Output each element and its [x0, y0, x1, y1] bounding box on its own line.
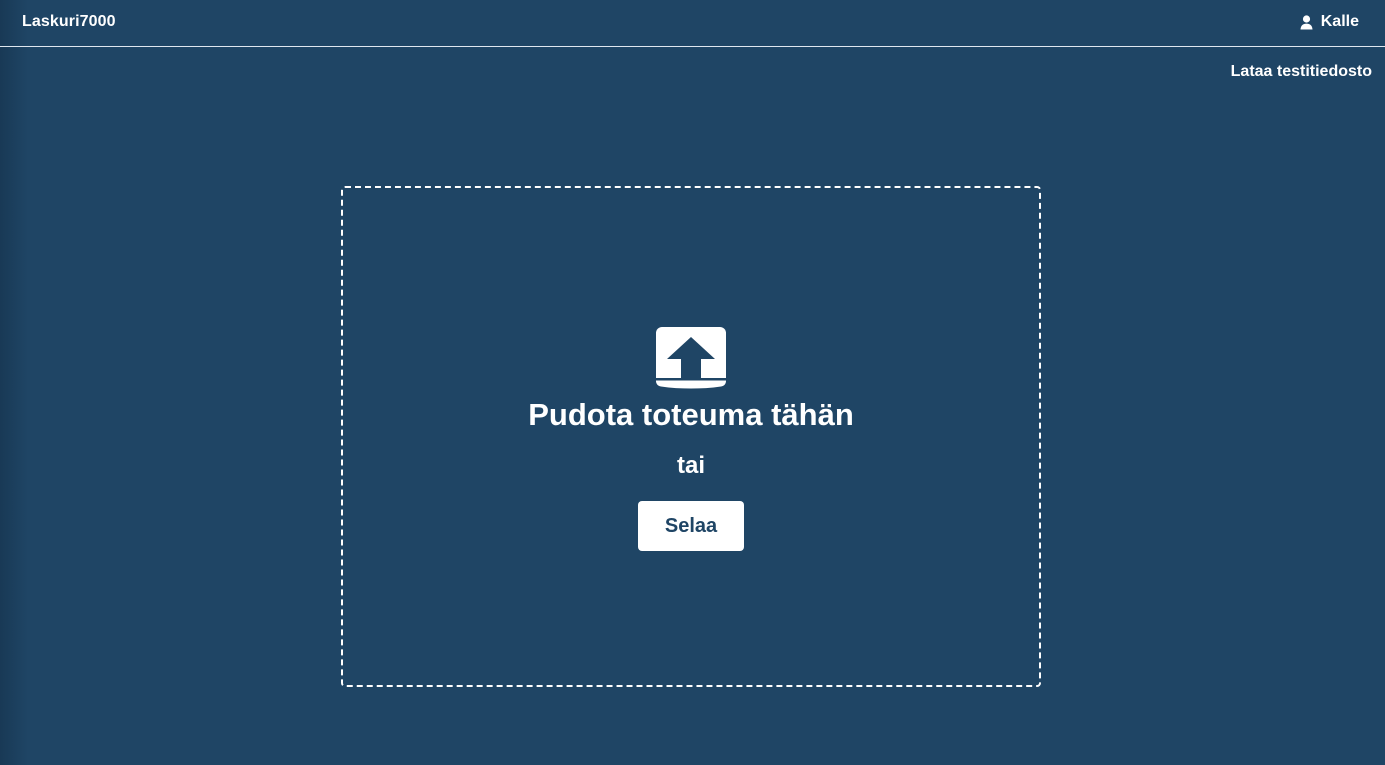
browse-button[interactable]: Selaa: [638, 501, 744, 551]
drop-title: Pudota toteuma tähän: [528, 397, 854, 432]
user-menu[interactable]: Kalle: [1300, 12, 1359, 32]
upload-icon: [656, 327, 726, 389]
top-bar: Laskuri7000 Kalle: [0, 0, 1385, 47]
download-test-file-link[interactable]: Lataa testitiedosto: [1231, 62, 1372, 82]
file-dropzone[interactable]: Pudota toteuma tähän tai Selaa: [341, 186, 1041, 687]
or-text: tai: [676, 452, 705, 479]
app-title: Laskuri7000: [22, 13, 116, 30]
user-icon: [1300, 14, 1313, 30]
user-name: Kalle: [1320, 13, 1359, 30]
